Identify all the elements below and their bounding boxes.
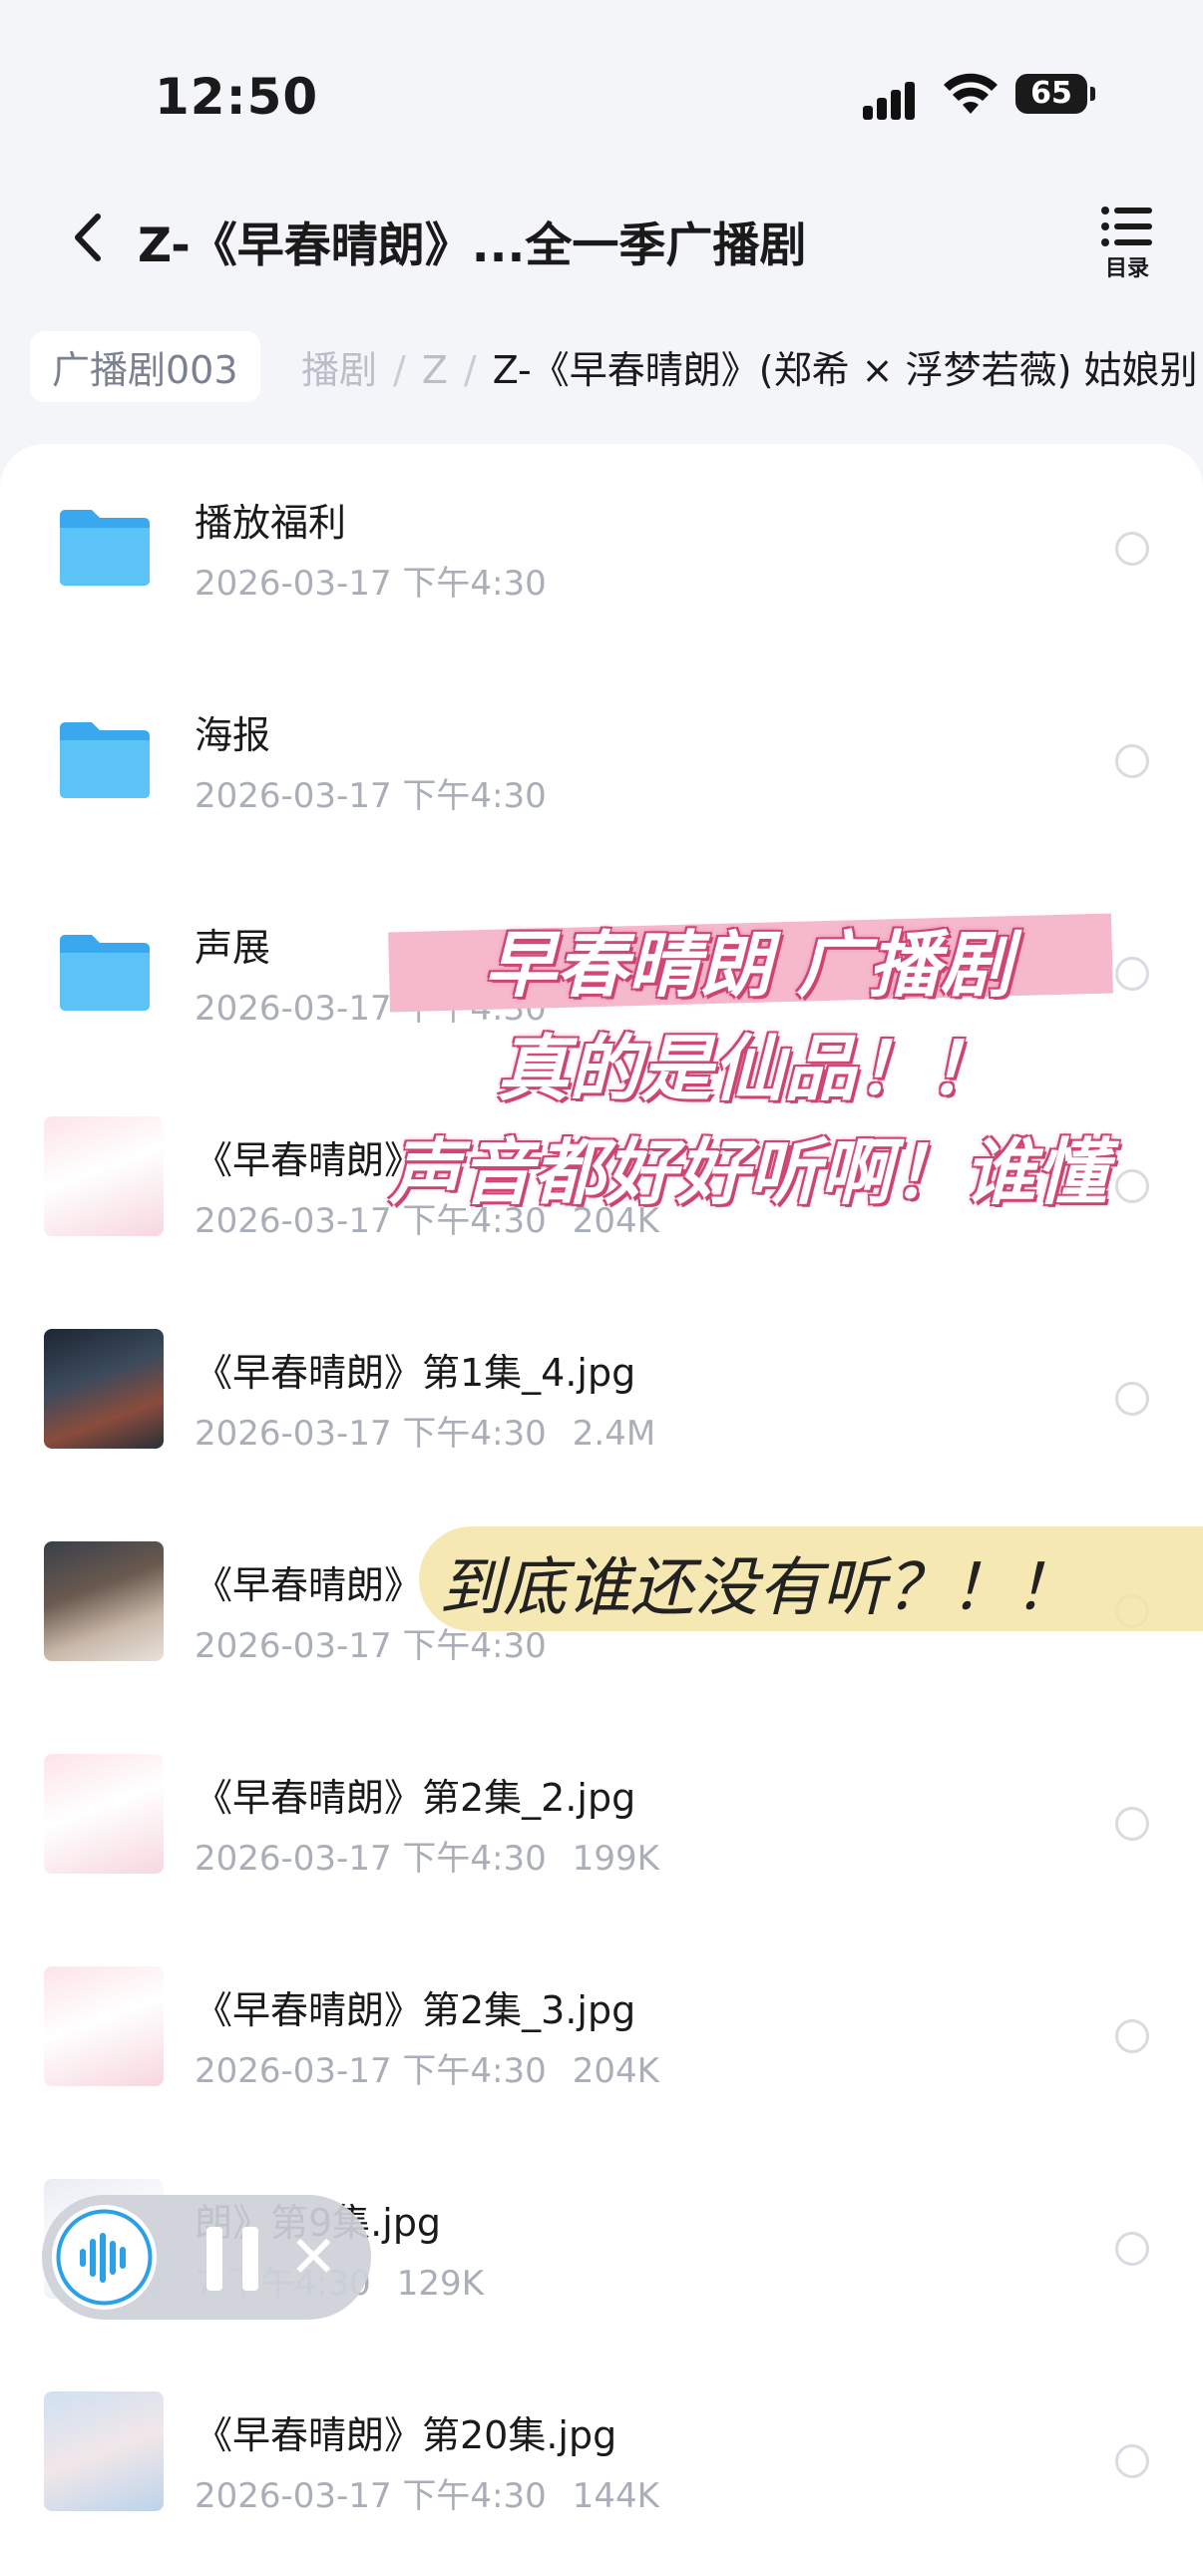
file-name: 《早春晴朗》第2集_2.jpg (195, 1776, 636, 1820)
floating-audio-player[interactable]: ✕ (42, 2195, 371, 2320)
select-radio[interactable] (1115, 2444, 1149, 2478)
cellular-signal-icon (863, 80, 923, 120)
wifi-icon (944, 73, 998, 114)
file-meta: 2026-03-17 下午4:30 (195, 556, 573, 605)
file-row[interactable]: 《早春晴朗》第2集_2.jpg 2026-03-17 下午4:30 199K (0, 1719, 1203, 1932)
file-row[interactable]: 播放福利 2026-03-17 下午4:30 (0, 444, 1203, 656)
file-size: 204K (572, 2051, 659, 2091)
select-radio[interactable] (1115, 957, 1149, 991)
caption-text: 到底谁还没有听？！！ (439, 1551, 1077, 1625)
caption-line: 真的是仙品！！ (496, 1027, 1000, 1110)
select-radio[interactable] (1115, 1382, 1149, 1416)
file-date: 2026-03-17 下午4:30 (195, 776, 547, 816)
breadcrumb-item[interactable]: 播剧 (301, 348, 377, 392)
toc-label: 目录 (1104, 256, 1149, 281)
toc-button[interactable]: 目录 (1092, 205, 1162, 281)
list-menu-icon (1101, 207, 1152, 246)
file-name: 《早春晴朗》 (195, 1563, 423, 1607)
breadcrumb: 播剧 / Z / Z-《早春晴朗》(郑希 × 浮梦若薇) 姑娘别 广播剧003 (0, 329, 1203, 409)
folder-icon (60, 722, 150, 798)
promo-caption-pink: 早春晴朗 广播剧 真的是仙品！！ 声音都好好听啊！谁懂 (379, 913, 1117, 1224)
file-meta: 2026-03-17 下午4:30 199K (195, 1831, 659, 1880)
select-radio[interactable] (1115, 1169, 1149, 1203)
promo-caption-yellow: 到底谁还没有听？！！ (419, 1511, 1203, 1646)
image-thumbnail (44, 1754, 164, 1874)
image-thumbnail (44, 1966, 164, 2086)
breadcrumb-current: Z-《早春晴朗》(郑希 × 浮梦若薇) 姑娘别 (492, 348, 1198, 392)
file-size: 144K (572, 2476, 659, 2516)
status-bar: 12:50 65 (0, 0, 1203, 150)
select-radio[interactable] (1115, 744, 1149, 778)
file-row[interactable]: 海报 2026-03-17 下午4:30 (0, 656, 1203, 869)
file-row[interactable]: 《早春晴朗》第20集.jpg 2026-03-17 下午4:30 144K (0, 2357, 1203, 2569)
pause-icon (206, 2227, 222, 2291)
select-radio[interactable] (1115, 2232, 1149, 2266)
folder-icon (60, 510, 150, 586)
file-size: 129K (396, 2264, 484, 2304)
file-meta: 2026-03-17 下午4:30 144K (195, 2468, 659, 2517)
file-name: 《早春晴朗》第20集.jpg (195, 2413, 617, 2457)
image-thumbnail (44, 1329, 164, 1449)
pause-button[interactable] (206, 2227, 266, 2291)
nav-bar: Z-《早春晴朗》...全一季广播剧 目录 (0, 185, 1203, 294)
file-date: 2026-03-17 下午4:30 (195, 2051, 547, 2091)
file-row[interactable]: 《早春晴朗》第1集_4.jpg 2026-03-17 下午4:30 2.4M (0, 1294, 1203, 1506)
back-chevron-icon[interactable] (60, 203, 120, 272)
image-thumbnail (44, 1541, 164, 1661)
image-thumbnail (44, 1116, 164, 1236)
breadcrumb-separator: / (393, 348, 406, 392)
select-radio[interactable] (1115, 532, 1149, 566)
close-icon[interactable]: ✕ (289, 2223, 338, 2291)
select-radio[interactable] (1115, 2019, 1149, 2053)
audio-wave-icon (56, 2209, 153, 2306)
image-thumbnail (44, 2391, 164, 2511)
file-meta: 2026-03-17 下午4:30 (195, 768, 573, 817)
caption-line: 声音都好好听啊！谁懂 (388, 1130, 1107, 1214)
page-title: Z-《早春晴朗》...全一季广播剧 (138, 218, 807, 273)
file-date: 2026-03-17 下午4:30 (195, 2476, 547, 2516)
file-size: 2.4M (572, 1414, 656, 1454)
file-row[interactable]: 《早春晴朗》第2集_3.jpg 2026-03-17 下午4:30 204K (0, 1932, 1203, 2144)
select-radio[interactable] (1115, 1807, 1149, 1841)
file-name: 《早春晴朗》第2集_3.jpg (195, 1988, 636, 2032)
status-time: 12:50 (155, 68, 319, 126)
file-name: 海报 (195, 713, 271, 757)
breadcrumb-separator: / (463, 348, 477, 392)
file-name: 播放福利 (195, 501, 347, 545)
caption-line: 早春晴朗 广播剧 (484, 923, 1012, 1007)
folder-icon (60, 935, 150, 1011)
file-name: 《早春晴朗》第1集_4.jpg (195, 1351, 636, 1395)
file-size: 199K (572, 1839, 659, 1879)
audio-wave-button[interactable] (52, 2205, 157, 2310)
file-date: 2026-03-17 下午4:30 (195, 1839, 547, 1879)
file-meta: 2026-03-17 下午4:30 2.4M (195, 1406, 655, 1455)
battery-indicator: 65 (1015, 74, 1095, 114)
breadcrumb-root[interactable]: 广播剧003 (30, 331, 260, 402)
file-name: 声展 (195, 926, 271, 970)
file-date: 2026-03-17 下午4:30 (195, 564, 547, 604)
breadcrumb-item[interactable]: Z (422, 348, 448, 392)
file-date: 2026-03-17 下午4:30 (195, 1414, 547, 1454)
file-meta: 2026-03-17 下午4:30 204K (195, 2043, 659, 2092)
